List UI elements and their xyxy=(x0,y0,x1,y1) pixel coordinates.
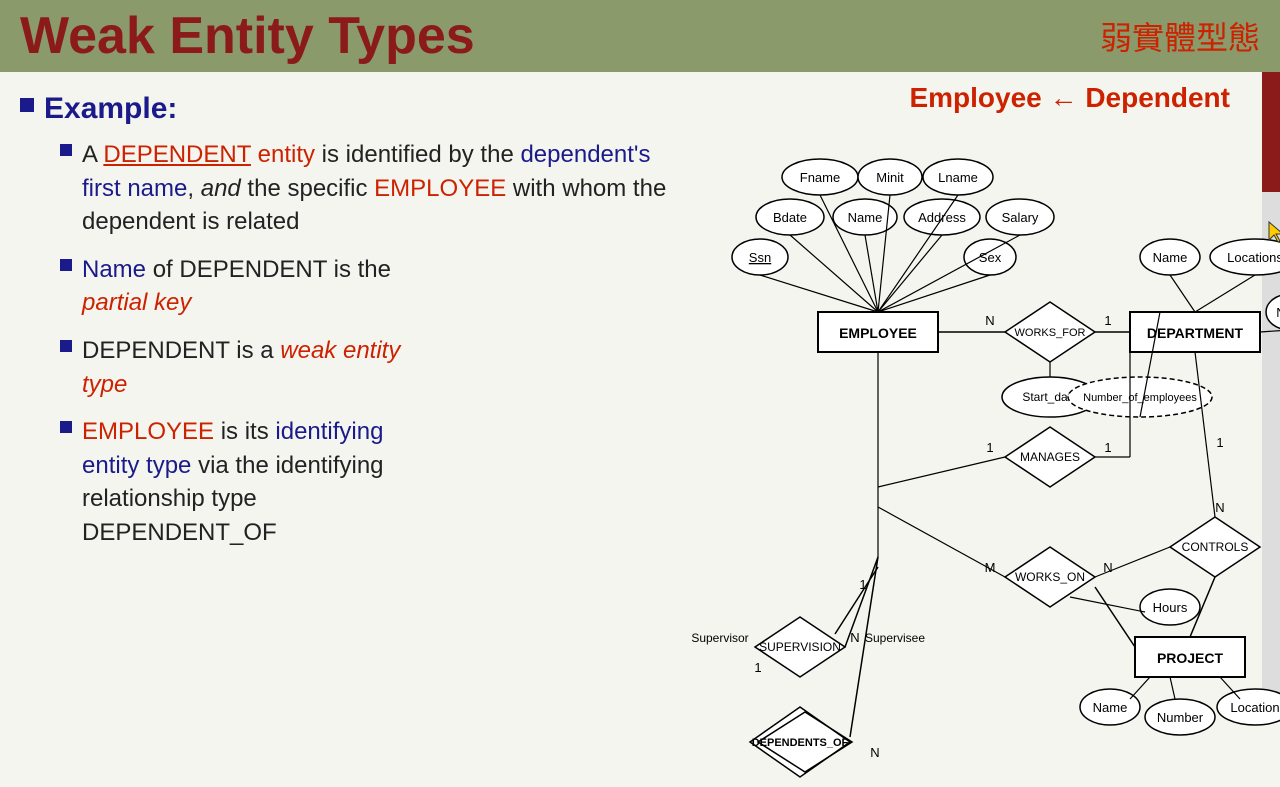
name-emp-attr: Name xyxy=(848,210,883,225)
dependents-of-node: DEPENDENTS_OF xyxy=(752,737,849,749)
num-employees-attr: Number_of_employees xyxy=(1083,392,1197,404)
one-dept-controls: 1 xyxy=(1216,435,1223,450)
main-content: Example: A DEPENDENT entity is identifie… xyxy=(0,72,1280,720)
header: Weak Entity Types 弱實體型態 xyxy=(0,0,1280,72)
location-proj-attr: Location xyxy=(1230,700,1279,715)
dependent-label: Dependent xyxy=(1085,82,1230,113)
bdate-attr: Bdate xyxy=(773,210,807,225)
employee-label: Employee xyxy=(909,82,1041,113)
item-3-text: DEPENDENT is a weak entitytype xyxy=(82,334,400,401)
works-for-node: WORKS_FOR xyxy=(1015,327,1086,339)
works-on-node: WORKS_ON xyxy=(1015,570,1085,584)
n-supervision: N xyxy=(850,630,859,645)
name-dept-attr: Name xyxy=(1153,250,1188,265)
controls-node: CONTROLS xyxy=(1182,540,1249,554)
one-label-works-for: 1 xyxy=(1104,313,1111,328)
sex-attr: Sex xyxy=(979,250,1002,265)
one-label-manages-2: 1 xyxy=(1104,440,1111,455)
sub-bullet xyxy=(60,421,72,433)
list-item: A DEPENDENT entity is identified by the … xyxy=(60,138,700,239)
locations-attr: Locations xyxy=(1227,250,1280,265)
relationship-label: Employee ← Dependent xyxy=(909,82,1230,114)
chinese-title: 弱實體型態 xyxy=(1100,13,1260,59)
n-controls: N xyxy=(1215,500,1224,515)
list-item: DEPENDENT is a weak entitytype xyxy=(60,334,700,401)
supervisee-label: Supervisee xyxy=(865,631,925,645)
one-supervision: 1 xyxy=(859,577,866,592)
department-node: DEPARTMENT xyxy=(1147,325,1244,341)
arrow-icon: ← xyxy=(1050,82,1086,113)
number-proj-attr: Number xyxy=(1157,710,1204,725)
dependent-text: DEPENDENT xyxy=(103,141,251,168)
minit-attr: Minit xyxy=(876,170,904,185)
example-section: Example: xyxy=(20,92,700,126)
ssn-attr: Ssn xyxy=(749,250,771,265)
example-label: Example: xyxy=(44,92,177,126)
hours-attr: Hours xyxy=(1153,600,1188,615)
lname-attr: Lname xyxy=(938,170,978,185)
employee-node: EMPLOYEE xyxy=(839,325,917,341)
one-label-manages-1: 1 xyxy=(986,440,993,455)
page-title: Weak Entity Types xyxy=(20,6,475,66)
name-proj-attr: Name xyxy=(1093,700,1128,715)
fname-attr: Fname xyxy=(800,170,840,185)
supervision-node: SUPERVISION xyxy=(759,640,841,654)
item-1-text: A DEPENDENT entity is identified by the … xyxy=(82,138,666,239)
er-diagram: Fname Minit Lname Bdate Name Address Sal… xyxy=(680,127,1280,787)
list-item: Name of DEPENDENT is thepartial key xyxy=(60,253,700,320)
m-works-on: M xyxy=(985,560,996,575)
cursor-icon xyxy=(1265,220,1280,244)
salary-attr: Salary xyxy=(1002,210,1039,225)
num-dept-attr: Num xyxy=(1276,305,1280,320)
n-dependents: N xyxy=(870,745,879,760)
n-works-on: N xyxy=(1103,560,1112,575)
list-item: EMPLOYEE is its identifyingentity type v… xyxy=(60,415,700,549)
sub-bullet xyxy=(60,259,72,271)
sub-bullet xyxy=(60,144,72,156)
item-4-text: EMPLOYEE is its identifyingentity type v… xyxy=(82,415,384,549)
manages-node: MANAGES xyxy=(1020,450,1080,464)
sub-bullet xyxy=(60,340,72,352)
one-supervision-bottom: 1 xyxy=(754,660,761,675)
supervisor-label: Supervisor xyxy=(691,631,748,645)
bullet-square xyxy=(20,98,34,112)
text-panel: Example: A DEPENDENT entity is identifie… xyxy=(10,82,710,710)
diagram-panel: Employee ← Dependent Fname Minit Lname B xyxy=(710,72,1260,710)
item-2-text: Name of DEPENDENT is thepartial key xyxy=(82,253,391,320)
n-label-works-for: N xyxy=(985,313,994,328)
project-node: PROJECT xyxy=(1157,650,1224,666)
